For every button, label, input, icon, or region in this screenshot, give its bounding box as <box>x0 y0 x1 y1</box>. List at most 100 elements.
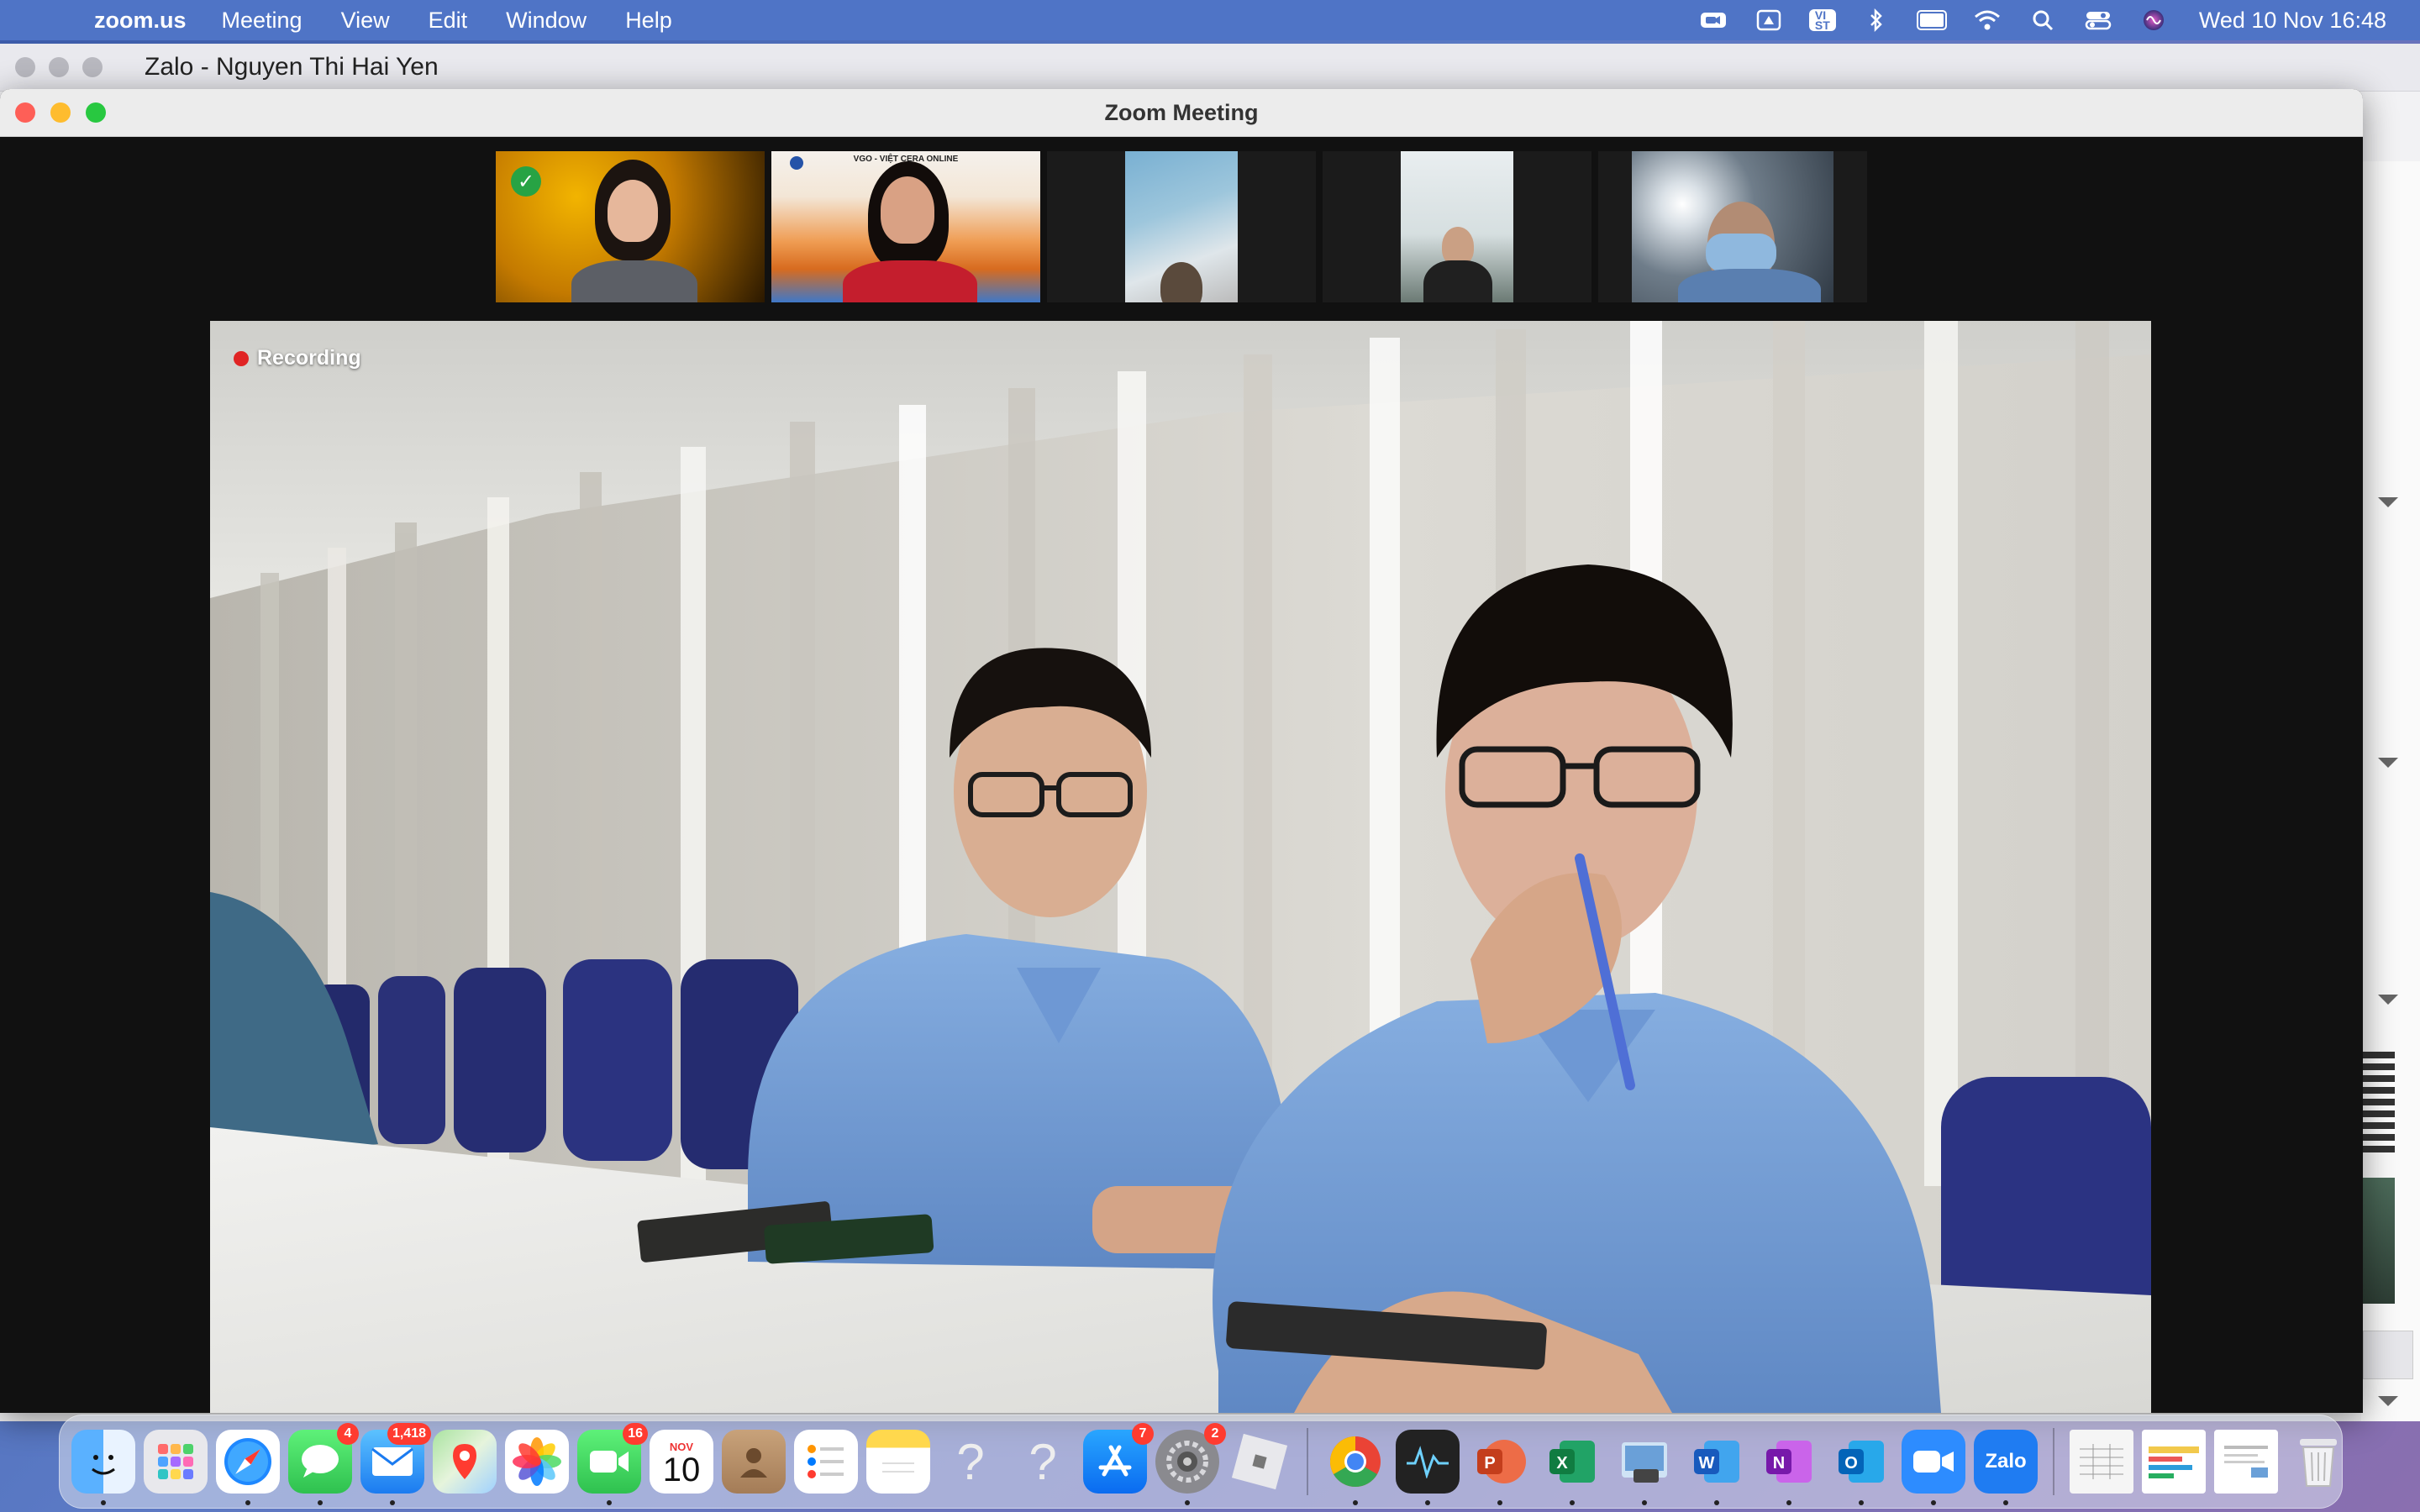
zalo-minimize-button[interactable] <box>49 57 69 77</box>
mail-icon[interactable]: 1,418 <box>360 1423 431 1505</box>
outlook-icon[interactable]: O <box>1829 1430 1893 1505</box>
running-indicator <box>1786 1500 1791 1505</box>
maps-icon[interactable] <box>433 1430 497 1494</box>
participant-body <box>571 260 697 302</box>
image-thumbnail[interactable] <box>2363 1178 2395 1304</box>
dock-separator <box>2053 1428 2054 1495</box>
recent-document-icon[interactable] <box>2214 1430 2278 1494</box>
menu-help[interactable]: Help <box>625 8 672 34</box>
messages-icon[interactable]: 4 <box>288 1423 359 1505</box>
running-indicator <box>1642 1500 1647 1505</box>
input-source-icon[interactable]: VI ST <box>1808 9 1836 31</box>
close-button[interactable] <box>15 102 35 123</box>
checkmark-icon: ✓ <box>511 166 541 197</box>
svg-text:O: O <box>1844 1454 1858 1473</box>
menu-clock[interactable]: Wed 10 Nov 16:48 <box>2199 8 2386 34</box>
recording-indicator[interactable]: Recording <box>234 346 361 370</box>
zalo-close-button[interactable] <box>15 57 35 77</box>
search-icon[interactable] <box>2028 8 2058 33</box>
zalo-zoom-button[interactable] <box>82 57 103 77</box>
menu-window[interactable]: Window <box>506 8 587 34</box>
system-preferences-icon[interactable]: 2 <box>1155 1423 1226 1505</box>
messages-badge: 4 <box>337 1423 359 1445</box>
notes-icon[interactable] <box>866 1430 930 1494</box>
zalo-window-title: Zalo - Nguyen Thi Hai Yen <box>145 53 439 81</box>
svg-text:N: N <box>1773 1454 1785 1473</box>
running-indicator <box>1425 1500 1430 1505</box>
running-indicator <box>1497 1500 1502 1505</box>
zoom-status-icon[interactable] <box>1698 8 1728 33</box>
participant-face <box>881 176 934 244</box>
finder-icon[interactable] <box>71 1430 135 1505</box>
recent-document-icon[interactable] <box>2142 1430 2206 1494</box>
recent-document-icon[interactable] <box>2070 1430 2133 1494</box>
zoom-window-title: Zoom Meeting <box>1104 99 1259 125</box>
menu-edit[interactable]: Edit <box>429 8 468 34</box>
running-indicator <box>318 1500 323 1505</box>
reminders-icon[interactable] <box>794 1430 858 1494</box>
powerpoint-icon[interactable]: P <box>1468 1430 1532 1505</box>
participant-tile[interactable] <box>1598 151 1867 302</box>
app-store-icon[interactable]: 7 <box>1083 1423 1154 1494</box>
running-indicator <box>1353 1500 1358 1505</box>
wifi-icon[interactable] <box>1972 8 2002 33</box>
qr-code-image[interactable] <box>2363 1052 2395 1152</box>
zoom-app-icon[interactable] <box>1902 1430 1965 1505</box>
participant-body <box>843 260 977 302</box>
attachment-thumbnail[interactable] <box>2363 1331 2413 1379</box>
app-store-badge: 7 <box>1132 1423 1154 1445</box>
running-indicator <box>101 1500 106 1505</box>
status-tray: VI ST Wed 10 Nov 16:48 <box>1698 0 2386 40</box>
video-frame <box>210 321 2151 1413</box>
siri-icon[interactable] <box>2139 8 2169 33</box>
chevron-down-icon[interactable] <box>2378 1396 2398 1406</box>
chevron-down-icon[interactable] <box>2378 995 2398 1005</box>
participant-tile[interactable] <box>1323 151 1591 302</box>
settings-badge: 2 <box>1204 1423 1226 1445</box>
participant-tile[interactable] <box>1047 151 1316 302</box>
control-center-icon[interactable] <box>2083 8 2113 33</box>
dock: 4 1,418 16 NOV 10 ? ? 7 2 P X W N O Zalo <box>59 1415 2343 1509</box>
participant-gallery: ✓ VGO - VIỆT CERA ONLINE <box>496 151 1867 302</box>
excel-icon[interactable]: X <box>1540 1430 1604 1505</box>
zalo-window-controls <box>15 57 103 77</box>
calendar-day: 10 <box>662 1451 701 1488</box>
fullscreen-button[interactable] <box>86 102 106 123</box>
unknown-app-icon[interactable]: ? <box>939 1430 1002 1494</box>
record-icon <box>234 350 249 366</box>
menu-meeting[interactable]: Meeting <box>222 8 302 34</box>
word-icon[interactable]: W <box>1685 1430 1749 1505</box>
photos-icon[interactable] <box>505 1430 569 1494</box>
running-indicator <box>1570 1500 1575 1505</box>
safari-icon[interactable] <box>216 1430 280 1505</box>
participant-body <box>1423 260 1492 302</box>
facetime-icon[interactable]: 16 <box>577 1423 648 1505</box>
chevron-down-icon[interactable] <box>2378 758 2398 768</box>
minimize-button[interactable] <box>50 102 71 123</box>
facetime-badge: 16 <box>623 1423 648 1445</box>
trash-icon[interactable] <box>2286 1430 2350 1494</box>
battery-icon[interactable] <box>1916 8 1947 33</box>
menu-view[interactable]: View <box>341 8 390 34</box>
preview-icon[interactable] <box>1612 1430 1676 1505</box>
svg-text:P: P <box>1484 1454 1495 1473</box>
running-indicator <box>607 1500 612 1505</box>
contacts-icon[interactable] <box>722 1430 786 1494</box>
app-menu[interactable]: zoom.us <box>94 8 187 34</box>
zalo-app-icon[interactable]: Zalo <box>1974 1430 2038 1505</box>
mail-badge: 1,418 <box>387 1423 431 1445</box>
onenote-icon[interactable]: N <box>1757 1430 1821 1505</box>
chevron-down-icon[interactable] <box>2378 497 2398 507</box>
calendar-icon[interactable]: NOV 10 <box>650 1430 713 1494</box>
unknown-app-icon[interactable]: ? <box>1011 1430 1075 1494</box>
roblox-icon[interactable] <box>1228 1430 1292 1494</box>
participant-tile[interactable]: ✓ <box>496 151 765 302</box>
launchpad-icon[interactable] <box>144 1430 208 1494</box>
screen-share-icon[interactable] <box>1754 8 1784 33</box>
bluetooth-icon[interactable] <box>1861 8 1891 33</box>
participant-tile[interactable]: VGO - VIỆT CERA ONLINE <box>771 151 1040 302</box>
active-speaker-video[interactable]: Recording <box>210 321 2151 1413</box>
activity-monitor-icon[interactable] <box>1396 1430 1460 1505</box>
chrome-icon[interactable] <box>1323 1430 1387 1505</box>
zalo-titlebar: Zalo - Nguyen Thi Hai Yen <box>0 44 2420 92</box>
